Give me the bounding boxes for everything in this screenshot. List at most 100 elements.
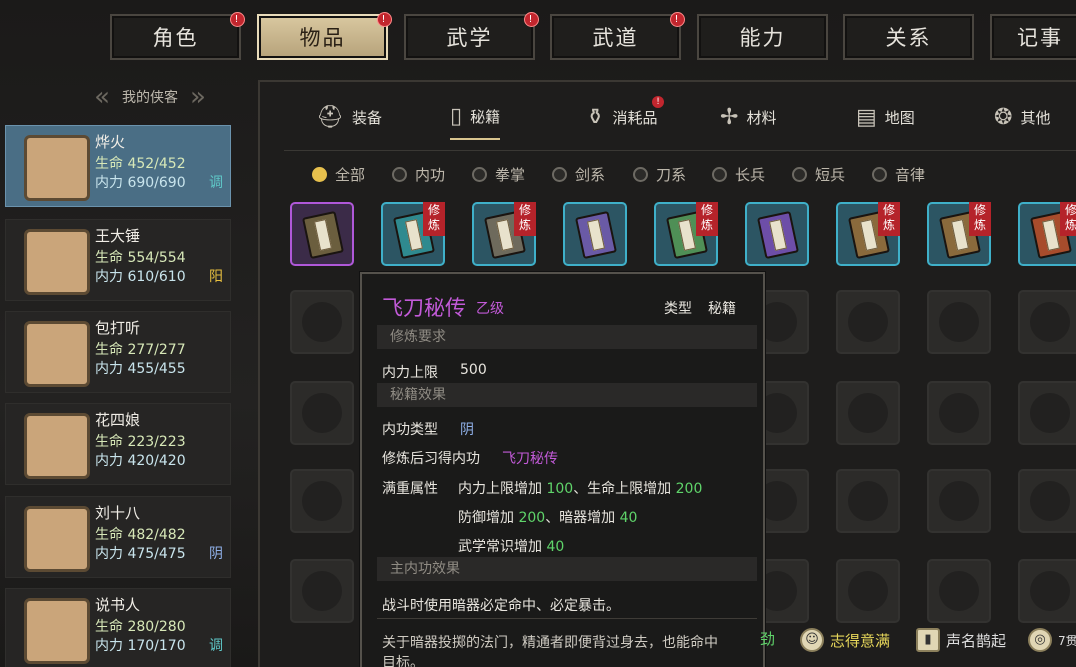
empty-slot[interactable] [290, 469, 354, 533]
status-money[interactable]: ◎ 7贯 [1028, 628, 1076, 652]
subtab-maps[interactable]: ▤ 地图 [856, 94, 915, 140]
book-label-icon [769, 219, 787, 251]
item-slot[interactable]: 修炼 [927, 202, 991, 266]
empty-slot[interactable] [1018, 290, 1076, 354]
member-hp: 生命 223/223 [95, 434, 186, 450]
tab-journal[interactable]: 记事 [990, 14, 1076, 60]
member-name: 王大锤 [95, 227, 141, 245]
tab-label: 武道 [592, 26, 639, 50]
member-mp: 内力 420/420 [95, 453, 186, 469]
empty-slot[interactable] [836, 290, 900, 354]
subtab-materials[interactable]: ✢ 材料 [720, 94, 776, 140]
manual-book-icon [757, 210, 799, 260]
full-line-2: 防御增加 200、暗器增加 40 [458, 507, 637, 527]
empty-slot[interactable] [836, 381, 900, 445]
subtab-equipment[interactable]: ⛑ 装备 [316, 94, 382, 140]
empty-slot[interactable] [927, 469, 991, 533]
neigong-type-value: 阴 [460, 422, 474, 438]
member-hp: 生命 280/280 [95, 619, 186, 635]
chevron-right-icon[interactable]: » [190, 82, 206, 112]
learn-value: 飞刀秘传 [502, 451, 558, 467]
item-slot[interactable]: 修炼 [472, 202, 536, 266]
filter-blade[interactable]: 刀系 [633, 164, 686, 185]
status-text: 声名鹊起 [946, 631, 1007, 650]
filter-label: 拳掌 [495, 166, 526, 184]
empty-slot[interactable] [836, 559, 900, 623]
empty-slot[interactable] [836, 469, 900, 533]
tab-relations[interactable]: 关系 [843, 14, 974, 60]
item-slot[interactable] [290, 202, 354, 266]
filter-all[interactable]: 全部 [312, 164, 365, 185]
filter-music[interactable]: 音律 [872, 164, 925, 185]
tab-items[interactable]: 物品! [257, 12, 392, 60]
section-requirements: 修炼要求 [377, 325, 757, 349]
empty-slot[interactable] [290, 559, 354, 623]
filter-short[interactable]: 短兵 [792, 164, 845, 185]
book-label-icon [496, 219, 514, 251]
subtab-manuals[interactable]: ▯ 秘籍 [450, 94, 501, 140]
subtab-label: 装备 [351, 108, 382, 127]
item-slot[interactable]: 修炼 [1018, 202, 1076, 266]
party-header: « 我的侠客 » [55, 82, 245, 112]
party-member-card[interactable]: 烨火 生命 452/452 内力 690/690 调 [5, 125, 231, 207]
train-badge: 修炼 [1060, 202, 1076, 236]
member-name: 刘十八 [95, 504, 141, 522]
alert-badge-icon: ! [670, 12, 685, 27]
empty-slot[interactable] [927, 559, 991, 623]
subtab-label: 地图 [884, 108, 915, 127]
stat-value: 100 [546, 481, 574, 497]
filter-fist[interactable]: 拳掌 [472, 164, 525, 185]
status-fame[interactable]: ▮ 声名鹊起 [916, 628, 1006, 652]
empty-slot[interactable] [927, 381, 991, 445]
full-line-1: 内力上限增加 100、生命上限增加 200 [458, 478, 702, 498]
book-label-icon [587, 219, 605, 251]
party-member-card[interactable]: 包打听 生命 277/277 内力 455/455 [5, 311, 231, 393]
filter-sword[interactable]: 剑系 [552, 164, 605, 185]
status-mood: 劲 [760, 628, 775, 649]
neigong-type-label: 内功类型 [382, 422, 438, 438]
status-text: 志得意满 [830, 631, 891, 650]
filter-neigong[interactable]: 内功 [392, 164, 445, 185]
slot-placeholder-icon [848, 393, 888, 433]
avatar [24, 229, 90, 295]
item-slot[interactable]: 修炼 [381, 202, 445, 266]
book-label-icon [951, 219, 969, 251]
slot-placeholder-icon [1030, 571, 1070, 611]
filter-polearm[interactable]: 长兵 [712, 164, 765, 185]
subtab-other[interactable]: ❂ 其他 [994, 94, 1050, 140]
empty-slot[interactable] [1018, 559, 1076, 623]
full-line-3: 武学常识增加 40 [458, 536, 564, 556]
slot-placeholder-icon [1030, 393, 1070, 433]
tab-ability[interactable]: 能力 [697, 14, 828, 60]
item-slot[interactable]: 修炼 [654, 202, 718, 266]
stat-text: 、生命上限增加 [573, 481, 676, 497]
subtab-consumables[interactable]: ⚱ 消耗品! [586, 94, 664, 140]
empty-slot[interactable] [290, 290, 354, 354]
party-member-card[interactable]: 王大锤 生命 554/554 内力 610/610 阳 [5, 219, 231, 301]
helmet-icon: ⛑ [316, 104, 344, 130]
stat-value: 40 [546, 539, 565, 555]
status-spirit[interactable]: ☺ 志得意满 [800, 628, 890, 652]
subtab-label: 消耗品 [612, 108, 658, 127]
item-slot[interactable]: 修炼 [836, 202, 900, 266]
empty-slot[interactable] [927, 290, 991, 354]
party-member-card[interactable]: 花四娘 生命 223/223 内力 420/420 [5, 403, 231, 485]
tab-wudao[interactable]: 武道! [550, 12, 685, 60]
item-slot[interactable] [745, 202, 809, 266]
alert-badge-icon: ! [230, 12, 245, 27]
manual-book-icon [302, 210, 344, 260]
party-member-card[interactable]: 刘十八 生命 482/482 内力 475/475 阴 [5, 496, 231, 578]
tab-martial[interactable]: 武学! [404, 12, 539, 60]
item-slot[interactable] [563, 202, 627, 266]
chevron-left-icon[interactable]: « [94, 82, 110, 112]
empty-slot[interactable] [1018, 381, 1076, 445]
book-label-icon [1042, 219, 1060, 251]
empty-slot[interactable] [290, 381, 354, 445]
empty-slot[interactable] [1018, 469, 1076, 533]
book-label-icon [314, 219, 332, 251]
tab-character[interactable]: 角色! [110, 12, 245, 60]
book-label-icon [405, 219, 423, 251]
party-header-label: 我的侠客 [122, 90, 178, 106]
radio-icon [392, 167, 407, 182]
party-member-card[interactable]: 说书人 生命 280/280 内力 170/170 调 [5, 588, 231, 667]
